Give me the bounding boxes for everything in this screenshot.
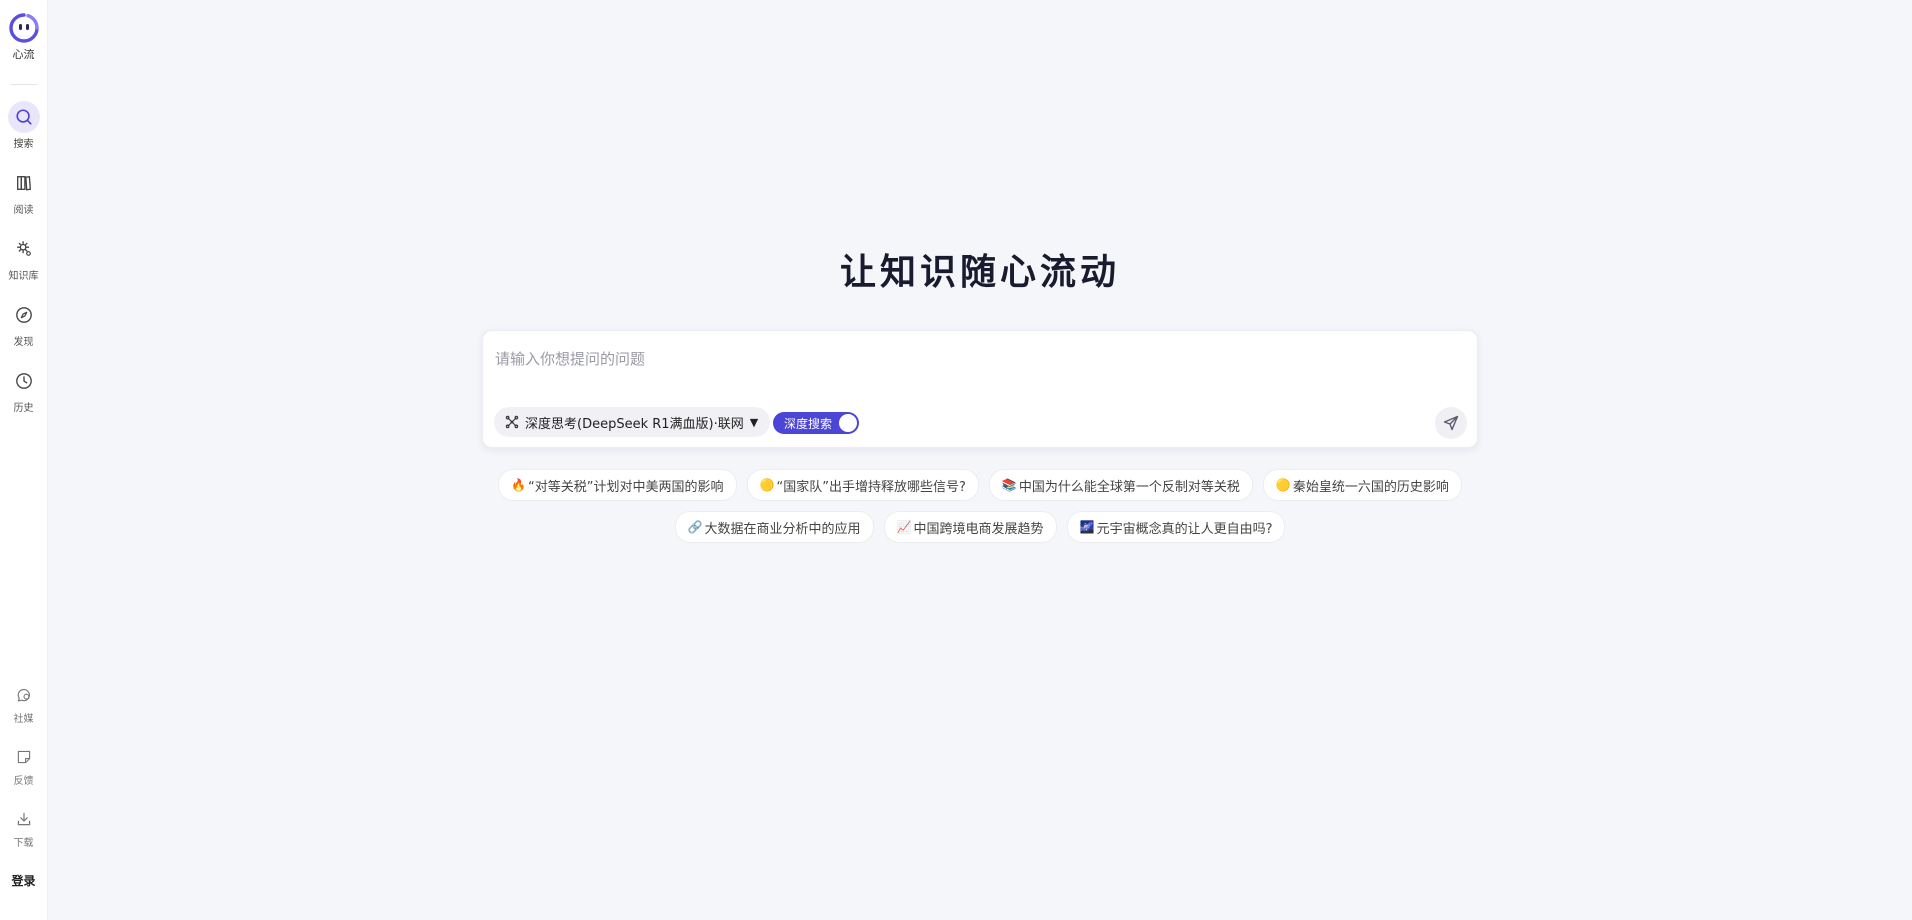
logo-icon xyxy=(8,13,39,43)
sidebar-item-label: 下载 xyxy=(13,838,34,849)
suggestion-text: 大数据在商业分析中的应用 xyxy=(704,521,861,537)
sidebar-item-label: 发现 xyxy=(13,337,34,348)
suggestion-text: 元宇宙概念真的让人更自由吗? xyxy=(1096,521,1273,537)
chevron-down-icon: ▼ xyxy=(749,415,759,429)
suggestion-text: “国家队”出手增持释放哪些信号? xyxy=(776,479,966,495)
book-icon xyxy=(16,175,31,191)
sidebar-item-label: 反馈 xyxy=(13,776,34,787)
sidebar-item-label: 社媒 xyxy=(13,714,34,725)
suggestions-row-2: 🔗 大数据在商业分析中的应用 📈 中国跨境电商发展趋势 🌌 元宇宙概念真的让人更… xyxy=(48,511,1912,543)
sidebar-item-social[interactable]: 社媒 xyxy=(0,683,47,725)
suggestion-chip[interactable]: 📚 中国为什么能全球第一个反制对等关税 xyxy=(988,469,1253,501)
deep-search-label: 深度搜索 xyxy=(784,416,833,431)
login-button[interactable]: 登录 xyxy=(0,872,47,889)
model-label: 深度思考(DeepSeek R1满血版)·联网 xyxy=(525,416,744,432)
sidebar-item-read[interactable]: 阅读 xyxy=(0,167,47,216)
books-icon: 📚 xyxy=(1001,478,1017,492)
sidebar-item-discover[interactable]: 发现 xyxy=(0,299,47,348)
sidebar: 心流 搜索 阅读 知识库 发现 历史 社媒 反馈 下载 登录 xyxy=(0,0,48,920)
suggestion-chip[interactable]: 🟡 秦始皇统一六国的历史影响 xyxy=(1262,469,1462,501)
suggestion-chip[interactable]: 🟡 “国家队”出手增持释放哪些信号? xyxy=(746,469,979,501)
search-icon xyxy=(15,109,32,125)
deep-search-toggle[interactable]: 深度搜索 xyxy=(773,412,859,434)
suggestion-text: 中国为什么能全球第一个反制对等关税 xyxy=(1018,479,1240,495)
search-input[interactable] xyxy=(493,343,1457,375)
model-icon xyxy=(505,415,519,429)
galaxy-icon: 🌌 xyxy=(1079,520,1095,534)
sidebar-item-history[interactable]: 历史 xyxy=(0,365,47,414)
suggestion-chip[interactable]: 🔗 大数据在商业分析中的应用 xyxy=(674,511,874,543)
sidebar-item-label: 知识库 xyxy=(8,271,39,282)
download-icon xyxy=(17,812,30,826)
search-box: 深度思考(DeepSeek R1满血版)·联网 ▼ 深度搜索 xyxy=(482,330,1478,448)
chart-up-icon: 📈 xyxy=(896,520,912,534)
sidebar-item-label: 阅读 xyxy=(13,205,34,216)
brand-name: 心流 xyxy=(12,48,35,61)
sidebar-item-label: 历史 xyxy=(13,403,34,414)
send-icon xyxy=(1443,415,1459,431)
suggestion-chip[interactable]: 📈 中国跨境电商发展趋势 xyxy=(883,511,1057,543)
sidebar-divider xyxy=(10,84,37,85)
sidebar-item-knowledge[interactable]: 知识库 xyxy=(0,233,47,282)
brand-logo[interactable]: 心流 xyxy=(0,12,47,62)
suggestion-text: 秦始皇统一六国的历史影响 xyxy=(1292,479,1449,495)
sidebar-item-feedback[interactable]: 反馈 xyxy=(0,745,47,787)
compass-icon xyxy=(15,307,32,323)
sidebar-item-label: 搜索 xyxy=(13,139,34,150)
coin-icon: 🟡 xyxy=(1275,478,1291,492)
fire-icon: 🔥 xyxy=(511,478,526,492)
model-selector[interactable]: 深度思考(DeepSeek R1满血版)·联网 ▼ xyxy=(494,407,771,437)
chat-icon xyxy=(17,688,30,702)
suggestion-chip[interactable]: 🌌 元宇宙概念真的让人更自由吗? xyxy=(1066,511,1286,543)
send-button[interactable] xyxy=(1435,407,1467,439)
toggle-knob xyxy=(839,414,857,432)
knowledge-icon xyxy=(16,241,31,256)
link-icon: 🔗 xyxy=(687,520,703,534)
suggestions-row-1: 🔥 “对等关税”计划对中美两国的影响 🟡 “国家队”出手增持释放哪些信号? 📚 … xyxy=(48,469,1912,501)
note-icon xyxy=(17,750,30,764)
suggestion-chip[interactable]: 🔥 “对等关税”计划对中美两国的影响 xyxy=(498,469,737,501)
suggestion-text: “对等关税”计划对中美两国的影响 xyxy=(528,479,724,495)
coin-icon: 🟡 xyxy=(759,478,775,492)
clock-icon xyxy=(15,373,32,389)
page-title: 让知识随心流动 xyxy=(839,252,1120,293)
suggestion-text: 中国跨境电商发展趋势 xyxy=(913,521,1044,537)
sidebar-item-search[interactable]: 搜索 xyxy=(0,101,47,150)
sidebar-item-download[interactable]: 下载 xyxy=(0,807,47,849)
